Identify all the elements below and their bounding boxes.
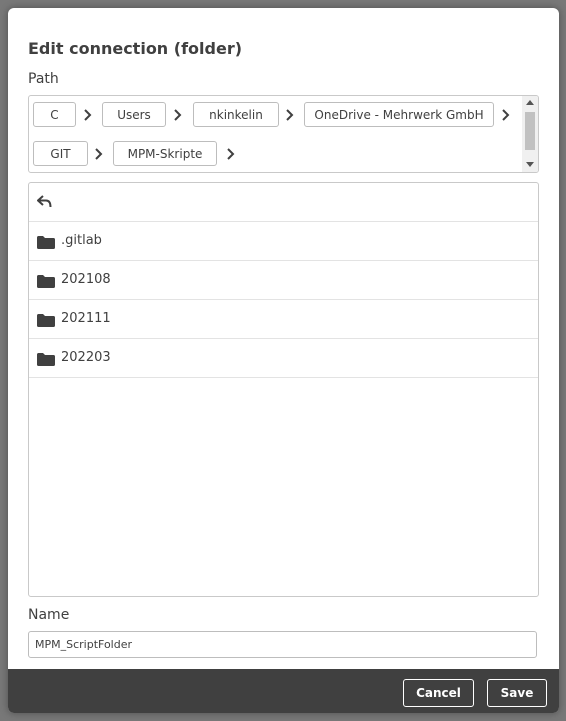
scroll-up-arrow-icon[interactable] bbox=[526, 100, 534, 105]
chevron-right-icon bbox=[501, 108, 511, 122]
cancel-button[interactable]: Cancel bbox=[403, 679, 474, 707]
folder-name: 202111 bbox=[61, 311, 111, 326]
list-item[interactable]: 202111 bbox=[29, 300, 538, 339]
chevron-right-icon bbox=[226, 147, 236, 161]
folder-name: 202203 bbox=[61, 350, 111, 365]
edit-connection-dialog: Edit connection (folder) Path C Users nk… bbox=[8, 8, 559, 713]
list-item[interactable]: 202108 bbox=[29, 261, 538, 300]
chevron-right-icon bbox=[285, 108, 295, 122]
path-scrollbar[interactable] bbox=[522, 96, 538, 172]
back-arrow-icon[interactable] bbox=[37, 194, 53, 213]
save-button[interactable]: Save bbox=[487, 679, 547, 707]
chevron-right-icon bbox=[94, 147, 104, 161]
crumb-onedrive[interactable]: OneDrive - Mehrwerk GmbH bbox=[304, 102, 494, 127]
crumb-c[interactable]: C bbox=[33, 102, 76, 127]
scroll-thumb[interactable] bbox=[525, 112, 535, 150]
folder-icon bbox=[37, 351, 55, 370]
crumb-mpm-skripte[interactable]: MPM-Skripte bbox=[113, 141, 217, 166]
name-input[interactable] bbox=[28, 631, 537, 658]
list-item[interactable]: 202203 bbox=[29, 339, 538, 378]
folder-icon bbox=[37, 273, 55, 292]
chevron-right-icon bbox=[83, 108, 93, 122]
folder-name: 202108 bbox=[61, 272, 111, 287]
dialog-title: Edit connection (folder) bbox=[28, 39, 243, 58]
crumb-git[interactable]: GIT bbox=[33, 141, 88, 166]
crumb-nkinkelin[interactable]: nkinkelin bbox=[193, 102, 279, 127]
folder-name: .gitlab bbox=[61, 233, 102, 248]
path-breadcrumb: C Users nkinkelin OneDrive - Mehrwerk Gm… bbox=[28, 95, 539, 173]
back-row[interactable] bbox=[29, 183, 538, 222]
crumb-users[interactable]: Users bbox=[102, 102, 166, 127]
folder-icon bbox=[37, 234, 55, 253]
folder-list: .gitlab 202108 202111 202203 bbox=[28, 182, 539, 597]
chevron-right-icon bbox=[173, 108, 183, 122]
path-label: Path bbox=[28, 71, 59, 87]
scroll-down-arrow-icon[interactable] bbox=[526, 162, 534, 167]
list-item[interactable]: .gitlab bbox=[29, 222, 538, 261]
name-label: Name bbox=[28, 607, 70, 623]
dialog-footer: Cancel Save bbox=[8, 669, 559, 713]
folder-icon bbox=[37, 312, 55, 331]
